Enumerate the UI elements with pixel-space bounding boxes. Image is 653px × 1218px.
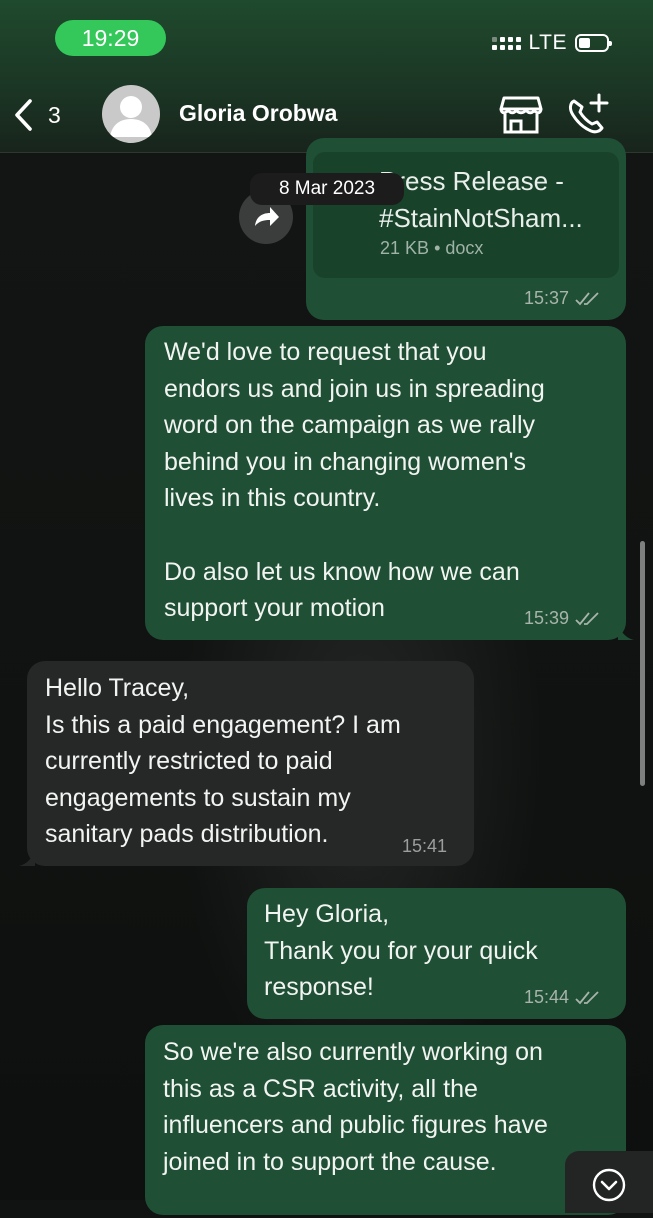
message-time: 15:44 (524, 987, 570, 1007)
message-meta: 15:39 (524, 608, 599, 629)
message-text: So we're also currently working on this … (163, 1038, 548, 1176)
message-time: 15:41 (402, 836, 448, 856)
message-time: 15:37 (524, 288, 570, 308)
chevron-left-icon (15, 99, 32, 131)
document-meta: 21 KB • docx (380, 238, 483, 259)
document-type: docx (445, 238, 484, 258)
contact-name[interactable]: Gloria Orobwa (179, 100, 337, 127)
store-icon (499, 96, 543, 134)
status-time[interactable]: 19:29 (55, 20, 166, 56)
message-text: Hello Tracey, Is this a paid engagement?… (45, 674, 401, 849)
document-title[interactable]: Press Release - #StainNotSham... (379, 163, 611, 237)
message-time: 15:39 (524, 608, 570, 628)
document-meta-separator: • (434, 238, 441, 258)
chat-header: 19:29 LTE 3 Gloria Orobwa (0, 0, 653, 153)
message-meta: 15:41 (402, 836, 447, 857)
chevron-down-circle-icon (592, 1168, 626, 1202)
scrollbar[interactable] (640, 541, 645, 786)
store-button[interactable] (499, 95, 543, 135)
battery-icon (575, 34, 612, 52)
date-separator: 8 Mar 2023 (250, 173, 404, 205)
back-button[interactable]: 3 (12, 96, 61, 134)
avatar[interactable] (102, 85, 160, 143)
message-text: We'd love to request that you endors us … (164, 338, 545, 623)
bubble-tail (618, 622, 634, 640)
call-add-icon (569, 93, 609, 134)
unread-count: 3 (48, 101, 61, 128)
bubble-tail (19, 848, 35, 866)
network-label: LTE (528, 31, 567, 54)
message-meta: 15:44 (524, 987, 599, 1008)
status-indicators: LTE (491, 31, 612, 55)
double-check-icon (575, 990, 599, 1005)
double-check-icon (575, 611, 599, 626)
scroll-to-bottom-button[interactable] (565, 1151, 653, 1213)
add-call-button[interactable] (566, 93, 610, 135)
double-check-icon (575, 291, 599, 306)
document-time-meta: 15:37 (524, 288, 599, 309)
document-size: 21 KB (380, 238, 430, 258)
person-icon (110, 96, 152, 137)
signal-icon (491, 36, 521, 50)
